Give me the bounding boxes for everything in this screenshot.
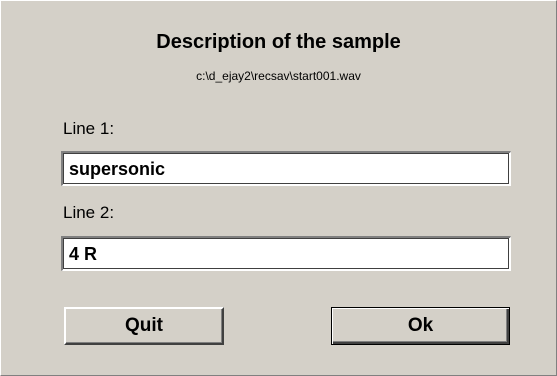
ok-button[interactable]: Ok [331,307,510,345]
sample-description-dialog: Description of the sample c:\d_ejay2\rec… [0,0,557,376]
line1-input[interactable] [61,151,511,186]
dialog-title: Description of the sample [156,31,401,53]
line1-label: Line 1: [63,119,115,138]
file-path: c:\d_ejay2\recsav\start001.wav [196,69,361,83]
quit-button[interactable]: Quit [64,307,224,345]
line2-label: Line 2: [63,203,115,222]
line2-input[interactable] [61,236,511,271]
